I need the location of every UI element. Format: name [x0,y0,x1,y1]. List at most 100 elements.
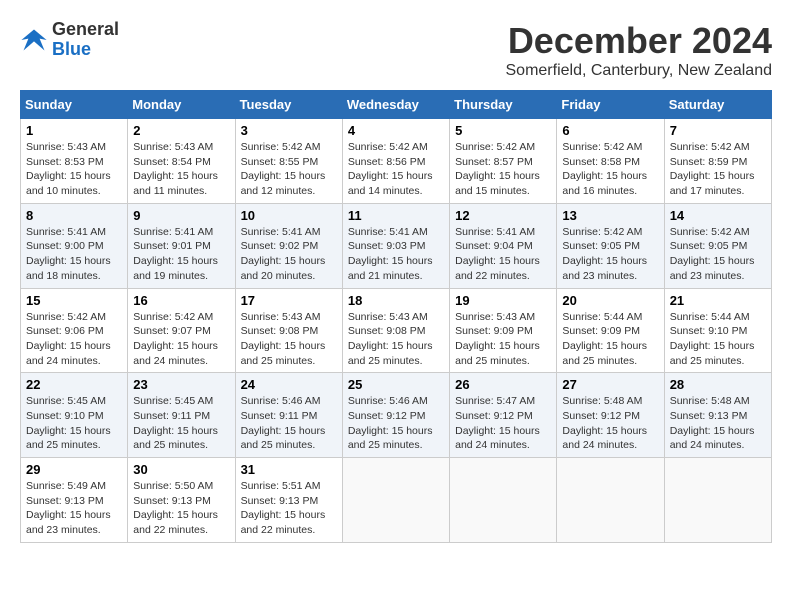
day-number: 14 [670,208,766,223]
calendar-day-cell: 25Sunrise: 5:46 AM Sunset: 9:12 PM Dayli… [342,373,449,458]
day-number: 11 [348,208,444,223]
day-number: 5 [455,123,551,138]
day-number: 22 [26,377,122,392]
calendar-week-row: 22Sunrise: 5:45 AM Sunset: 9:10 PM Dayli… [21,373,772,458]
calendar-day-cell: 18Sunrise: 5:43 AM Sunset: 9:08 PM Dayli… [342,288,449,373]
calendar-body: 1 Sunrise: 5:43 AM Sunset: 8:53 PM Daylig… [21,119,772,543]
day-number: 18 [348,293,444,308]
day-number: 4 [348,123,444,138]
weekday-header-cell: Wednesday [342,91,449,119]
day-info: Sunrise: 5:41 AM Sunset: 9:04 PM Dayligh… [455,225,551,284]
day-info: Sunrise: 5:41 AM Sunset: 9:03 PM Dayligh… [348,225,444,284]
calendar-week-row: 15 Sunrise: 5:42 AM Sunset: 9:06 PM Dayli… [21,288,772,373]
calendar-day-cell: 3Sunrise: 5:42 AM Sunset: 8:55 PM Daylig… [235,119,342,204]
day-info: Sunrise: 5:44 AM Sunset: 9:09 PM Dayligh… [562,310,658,369]
day-info: Sunrise: 5:42 AM Sunset: 9:05 PM Dayligh… [670,225,766,284]
day-number: 28 [670,377,766,392]
logo-text: General Blue [52,20,119,60]
weekday-header-cell: Monday [128,91,235,119]
day-info: Sunrise: 5:46 AM Sunset: 9:11 PM Dayligh… [241,394,337,453]
day-number: 26 [455,377,551,392]
day-info: Sunrise: 5:42 AM Sunset: 8:57 PM Dayligh… [455,140,551,199]
calendar-day-cell: 19Sunrise: 5:43 AM Sunset: 9:09 PM Dayli… [450,288,557,373]
calendar-day-cell: 13 Sunrise: 5:42 AM Sunset: 9:05 PM Dayli… [557,203,664,288]
title-block: December 2024 Somerfield, Canterbury, Ne… [506,20,773,80]
calendar-day-cell: 31 Sunrise: 5:51 AM Sunset: 9:13 PM Dayli… [235,458,342,543]
calendar-day-cell: 6Sunrise: 5:42 AM Sunset: 8:58 PM Daylig… [557,119,664,204]
calendar-day-cell: 17 Sunrise: 5:43 AM Sunset: 9:08 PM Dayli… [235,288,342,373]
calendar-day-cell: 14 Sunrise: 5:42 AM Sunset: 9:05 PM Dayli… [664,203,771,288]
day-info: Sunrise: 5:42 AM Sunset: 8:58 PM Dayligh… [562,140,658,199]
day-info: Sunrise: 5:43 AM Sunset: 8:53 PM Dayligh… [26,140,122,199]
calendar-day-cell [664,458,771,543]
day-info: Sunrise: 5:42 AM Sunset: 9:06 PM Dayligh… [26,310,122,369]
day-number: 7 [670,123,766,138]
day-number: 2 [133,123,229,138]
calendar-day-cell: 22Sunrise: 5:45 AM Sunset: 9:10 PM Dayli… [21,373,128,458]
calendar-day-cell: 24Sunrise: 5:46 AM Sunset: 9:11 PM Dayli… [235,373,342,458]
day-info: Sunrise: 5:42 AM Sunset: 9:05 PM Dayligh… [562,225,658,284]
weekday-header-cell: Friday [557,91,664,119]
calendar-day-cell: 5 Sunrise: 5:42 AM Sunset: 8:57 PM Daylig… [450,119,557,204]
day-info: Sunrise: 5:41 AM Sunset: 9:02 PM Dayligh… [241,225,337,284]
calendar-week-row: 8 Sunrise: 5:41 AM Sunset: 9:00 PM Daylig… [21,203,772,288]
calendar-day-cell: 27 Sunrise: 5:48 AM Sunset: 9:12 PM Dayli… [557,373,664,458]
weekday-header-cell: Sunday [21,91,128,119]
month-title: December 2024 [506,20,773,62]
day-number: 13 [562,208,658,223]
weekday-header-row: SundayMondayTuesdayWednesdayThursdayFrid… [21,91,772,119]
day-info: Sunrise: 5:49 AM Sunset: 9:13 PM Dayligh… [26,479,122,538]
weekday-header-cell: Saturday [664,91,771,119]
day-number: 8 [26,208,122,223]
day-number: 10 [241,208,337,223]
calendar-day-cell: 29 Sunrise: 5:49 AM Sunset: 9:13 PM Dayli… [21,458,128,543]
page-header: General Blue December 2024 Somerfield, C… [20,20,772,80]
day-number: 15 [26,293,122,308]
day-number: 20 [562,293,658,308]
calendar-day-cell: 28 Sunrise: 5:48 AM Sunset: 9:13 PM Dayli… [664,373,771,458]
calendar-day-cell: 21Sunrise: 5:44 AM Sunset: 9:10 PM Dayli… [664,288,771,373]
day-info: Sunrise: 5:48 AM Sunset: 9:12 PM Dayligh… [562,394,658,453]
day-info: Sunrise: 5:42 AM Sunset: 8:59 PM Dayligh… [670,140,766,199]
logo: General Blue [20,20,119,60]
calendar-day-cell: 10 Sunrise: 5:41 AM Sunset: 9:02 PM Dayli… [235,203,342,288]
calendar-week-row: 1 Sunrise: 5:43 AM Sunset: 8:53 PM Daylig… [21,119,772,204]
calendar-day-cell [557,458,664,543]
day-number: 29 [26,462,122,477]
day-number: 23 [133,377,229,392]
day-info: Sunrise: 5:44 AM Sunset: 9:10 PM Dayligh… [670,310,766,369]
day-info: Sunrise: 5:41 AM Sunset: 9:01 PM Dayligh… [133,225,229,284]
calendar-day-cell: 7 Sunrise: 5:42 AM Sunset: 8:59 PM Daylig… [664,119,771,204]
calendar-day-cell: 9Sunrise: 5:41 AM Sunset: 9:01 PM Daylig… [128,203,235,288]
calendar-day-cell: 1 Sunrise: 5:43 AM Sunset: 8:53 PM Daylig… [21,119,128,204]
day-number: 19 [455,293,551,308]
day-number: 31 [241,462,337,477]
calendar-day-cell: 15 Sunrise: 5:42 AM Sunset: 9:06 PM Dayli… [21,288,128,373]
weekday-header-cell: Tuesday [235,91,342,119]
day-info: Sunrise: 5:50 AM Sunset: 9:13 PM Dayligh… [133,479,229,538]
day-info: Sunrise: 5:43 AM Sunset: 9:08 PM Dayligh… [241,310,337,369]
day-info: Sunrise: 5:51 AM Sunset: 9:13 PM Dayligh… [241,479,337,538]
logo-general: General [52,20,119,40]
weekday-header-cell: Thursday [450,91,557,119]
day-info: Sunrise: 5:41 AM Sunset: 9:00 PM Dayligh… [26,225,122,284]
day-info: Sunrise: 5:48 AM Sunset: 9:13 PM Dayligh… [670,394,766,453]
day-info: Sunrise: 5:43 AM Sunset: 8:54 PM Dayligh… [133,140,229,199]
calendar-day-cell: 16Sunrise: 5:42 AM Sunset: 9:07 PM Dayli… [128,288,235,373]
calendar-day-cell [450,458,557,543]
calendar-day-cell: 8 Sunrise: 5:41 AM Sunset: 9:00 PM Daylig… [21,203,128,288]
calendar-day-cell: 4Sunrise: 5:42 AM Sunset: 8:56 PM Daylig… [342,119,449,204]
calendar-day-cell [342,458,449,543]
logo-blue: Blue [52,40,119,60]
day-info: Sunrise: 5:42 AM Sunset: 9:07 PM Dayligh… [133,310,229,369]
day-number: 17 [241,293,337,308]
location: Somerfield, Canterbury, New Zealand [506,62,773,80]
calendar-table: SundayMondayTuesdayWednesdayThursdayFrid… [20,90,772,543]
day-number: 27 [562,377,658,392]
day-info: Sunrise: 5:45 AM Sunset: 9:11 PM Dayligh… [133,394,229,453]
day-number: 1 [26,123,122,138]
calendar-day-cell: 12Sunrise: 5:41 AM Sunset: 9:04 PM Dayli… [450,203,557,288]
day-number: 25 [348,377,444,392]
calendar-day-cell: 26Sunrise: 5:47 AM Sunset: 9:12 PM Dayli… [450,373,557,458]
day-number: 30 [133,462,229,477]
